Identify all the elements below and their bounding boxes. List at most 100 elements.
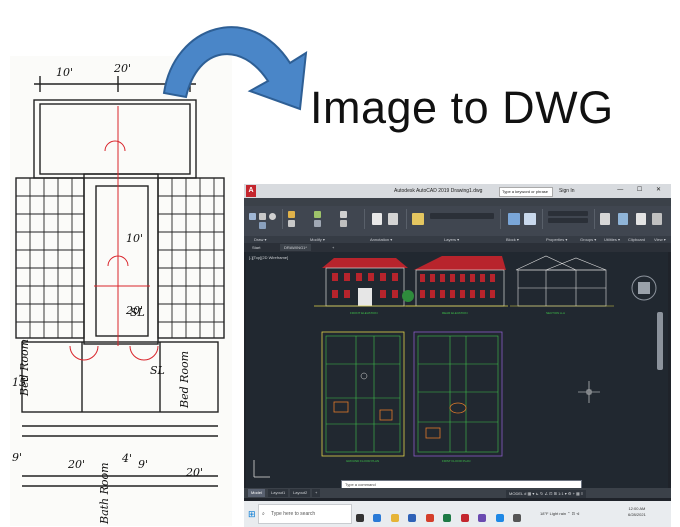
layer-properties-icon[interactable]	[412, 213, 424, 225]
store-icon[interactable]	[513, 514, 522, 522]
circle-tool-icon[interactable]	[269, 213, 276, 220]
chrome-icon[interactable]	[425, 514, 434, 522]
drawing-title-rear-elevation: REAR ELEVATION	[442, 311, 468, 315]
group-label-block[interactable]: Block ▾	[506, 237, 519, 242]
arc-tool-icon[interactable]	[259, 222, 266, 229]
trim-icon[interactable]	[340, 211, 347, 218]
base-view-icon[interactable]	[652, 213, 662, 225]
ribbon-panel	[244, 206, 671, 236]
edge-icon[interactable]	[373, 514, 382, 522]
sign-in-button[interactable]: Sign In	[559, 188, 575, 194]
fillet-icon[interactable]	[340, 220, 347, 227]
sketch-dim-1: 15'	[12, 376, 29, 389]
ground-floor-plan	[321, 331, 405, 457]
block-group	[502, 209, 543, 229]
sketch-dim-6: 4'	[121, 452, 132, 465]
layout-tabs: Model Layout1 Layout2 + MODEL # ▦ ▾ ⊾ ↻ …	[244, 488, 671, 498]
layer-dropdown[interactable]	[430, 213, 494, 219]
group-label-groups[interactable]: Groups ▾	[580, 237, 596, 242]
insert-block-icon[interactable]	[508, 213, 520, 225]
drawing-title-section: SECTION A-A	[546, 311, 565, 315]
properties-group	[544, 209, 595, 229]
sketch-dim-5: 9'	[138, 458, 148, 471]
drawing-title-ground-floor: GROUND FLOOR PLAN	[346, 459, 379, 463]
tab-layout1[interactable]: Layout1	[268, 489, 289, 497]
tab-drawing1[interactable]: DRAWING1*	[280, 244, 311, 251]
title-bar: A Autodesk AutoCAD 2019 Drawing1.dwg Typ…	[244, 184, 671, 198]
sketch-dim-top-1: 10'	[56, 66, 73, 79]
ucs-icon	[253, 460, 270, 478]
autocad-taskbar-icon[interactable]	[460, 514, 469, 522]
taskbar-clock[interactable]: 12:00 AM 6/28/2021	[628, 506, 646, 518]
cad-drawing: [-][Top][2D Wireframe] FRONT ELEVATION R…	[249, 255, 663, 478]
new-tab-button[interactable]: +	[328, 244, 338, 251]
group-label-properties[interactable]: Properties ▾	[546, 237, 567, 242]
taskbar-search-input[interactable]: ⌕ Type here to search	[258, 504, 352, 524]
sketch-drawing: 10' 20' Bed Room Bed Room Bath Room SL S…	[12, 62, 225, 525]
rotate-icon[interactable]	[314, 211, 321, 218]
group-label-modify[interactable]: Modify ▾	[310, 237, 325, 242]
taskbar-search-placeholder: Type here to search	[271, 511, 316, 517]
group-label-draw[interactable]: Draw ▾	[254, 237, 266, 242]
polyline-tool-icon[interactable]	[259, 213, 266, 220]
sketch-label-sl-2: SL	[150, 364, 165, 377]
draw-group	[246, 209, 283, 229]
help-search-input[interactable]: Type a keyword or phrase	[499, 187, 553, 197]
windows-start-icon[interactable]: ⊞	[248, 509, 256, 520]
sketch-label-bedroom-2: Bed Room	[178, 351, 191, 409]
paste-icon[interactable]	[636, 213, 646, 225]
drawing-canvas[interactable]: [-][Top][2D Wireframe] FRONT ELEVATION R…	[246, 252, 668, 488]
ribbon-group-labels: Draw ▾ Modify ▾ Annotation ▾ Layers ▾ Bl…	[244, 236, 671, 243]
section-drawing	[510, 255, 614, 307]
group-icon[interactable]	[600, 213, 610, 225]
tab-layout2[interactable]: Layout2	[290, 489, 311, 497]
autocad-screenshot: A Autodesk AutoCAD 2019 Drawing1.dwg Typ…	[244, 184, 671, 527]
sketch-dim-2: 9'	[12, 451, 22, 464]
sketch-dim-8: 20'	[125, 304, 143, 317]
weather-widget[interactable]: 18°F Light rain ⌃ ⊡ ⊲	[540, 511, 579, 516]
group-label-layers[interactable]: Layers ▾	[444, 237, 459, 242]
app-title: Autodesk AutoCAD 2019 Drawing1.dwg	[394, 188, 483, 194]
word-icon[interactable]	[408, 514, 417, 522]
sketch-dim-7: 10'	[126, 232, 143, 245]
task-view-icon[interactable]	[356, 514, 364, 522]
group-label-clipboard[interactable]: Clipboard	[628, 237, 645, 242]
file-explorer-icon[interactable]	[390, 514, 399, 522]
measure-icon[interactable]	[618, 213, 628, 225]
navigation-bar[interactable]	[657, 312, 663, 370]
mail-icon[interactable]	[495, 514, 504, 522]
curved-arrow-icon	[162, 26, 308, 111]
autocad-logo-icon[interactable]: A	[246, 185, 256, 197]
tab-start[interactable]: Start	[248, 244, 264, 251]
move-icon[interactable]	[288, 211, 295, 218]
group-label-utilities[interactable]: Utilities ▾	[604, 237, 620, 242]
color-dropdown[interactable]	[548, 211, 588, 216]
add-layout-button[interactable]: +	[312, 489, 321, 497]
excel-icon[interactable]	[443, 514, 452, 522]
viewcube-icon[interactable]	[631, 275, 657, 301]
status-bar-toggles[interactable]: MODEL # ▦ ▾ ⊾ ↻ ∠ ⊡ ⊞ 1:1 ▾ ⚙ + ▦ ≡	[506, 490, 587, 498]
sketch-dim-4: 20'	[185, 466, 203, 479]
viewport-label[interactable]: [-][Top][2D Wireframe]	[249, 255, 288, 260]
crosshair-cursor	[578, 381, 600, 403]
tab-model[interactable]: Model	[248, 489, 265, 497]
first-floor-plan	[413, 331, 503, 457]
drawing-title-front-elevation: FRONT ELEVATION	[350, 311, 378, 315]
modify-group	[284, 209, 365, 229]
match-properties-icon[interactable]	[524, 213, 536, 225]
window-controls[interactable]: — ☐ ✕	[617, 186, 667, 193]
hand-sketch-floor-plan: 10' 20' Bed Room Bed Room Bath Room SL S…	[10, 56, 232, 526]
text-tool-icon[interactable]	[372, 213, 382, 225]
line-tool-icon[interactable]	[249, 213, 256, 220]
linetype-dropdown[interactable]	[548, 218, 588, 223]
copy-icon[interactable]	[288, 220, 295, 227]
group-label-annotation[interactable]: Annotation ▾	[370, 237, 392, 242]
search-icon: ⌕	[262, 511, 265, 517]
clock-date: 6/28/2021	[628, 512, 646, 517]
windows-taskbar: ⊞ ⌕ Type here to search 18°F Light rain ⌃…	[244, 501, 671, 527]
app-icon[interactable]	[478, 514, 487, 522]
pinned-apps	[356, 509, 526, 527]
group-label-view[interactable]: View ▾	[654, 237, 666, 242]
mirror-icon[interactable]	[314, 220, 321, 227]
dimension-tool-icon[interactable]	[388, 213, 398, 225]
